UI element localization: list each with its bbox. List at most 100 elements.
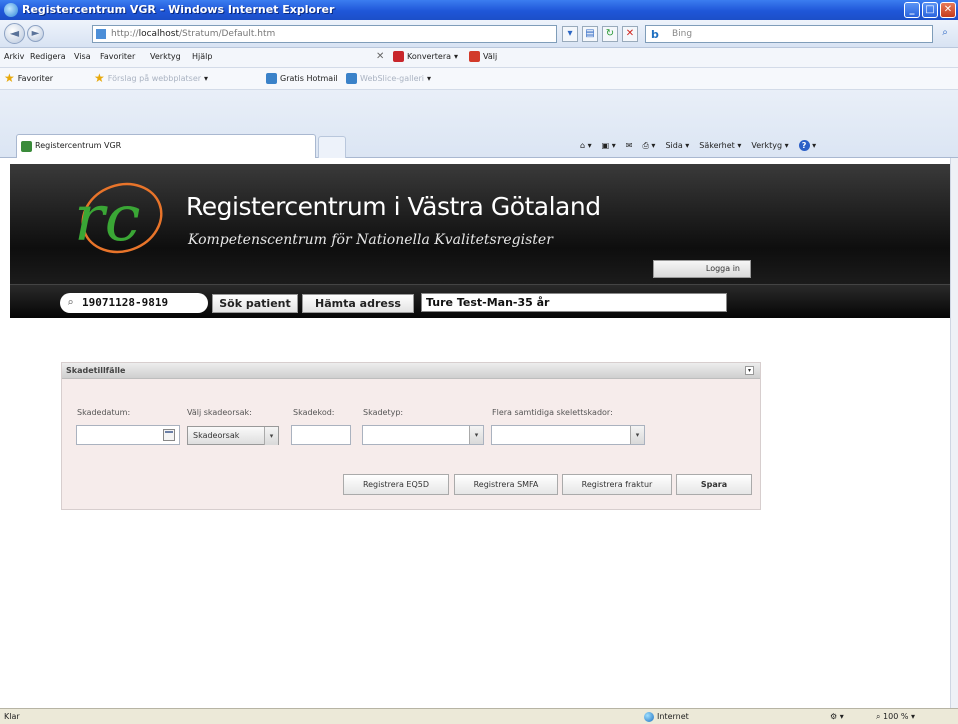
bing-icon: b xyxy=(651,28,659,41)
help-icon: ? xyxy=(798,140,810,151)
command-tools[interactable]: Verktyg ▾ xyxy=(751,141,788,150)
page-icon xyxy=(266,73,277,84)
patient-search-bar: ⌕ 19071128-9819 Sök patient Hämta adress… xyxy=(10,284,950,318)
chevron-down-icon: ▾ xyxy=(264,427,278,445)
page-icon xyxy=(346,73,357,84)
window-title: Registercentrum VGR - Windows Internet E… xyxy=(22,3,335,16)
minimize-icon[interactable]: _ xyxy=(904,2,920,18)
select-icon xyxy=(469,51,481,62)
address-host: localhost xyxy=(138,29,179,39)
favorites-item-suggested[interactable]: ★ Förslag på webbplatser ▾ xyxy=(94,71,208,85)
convert-button[interactable]: Konvertera ▾ Välj xyxy=(393,51,497,62)
mail-icon[interactable]: ✉ xyxy=(626,141,633,150)
chevron-down-icon: ▾ xyxy=(630,426,644,444)
page-icon xyxy=(21,141,32,152)
menu-item-redigera[interactable]: Redigera xyxy=(30,52,66,61)
site-header: rc Registercentrum i Västra Götaland Kom… xyxy=(10,164,950,284)
menu-item-arkiv[interactable]: Arkiv xyxy=(4,52,24,61)
home-icon[interactable]: ⌂ ▾ xyxy=(580,141,592,150)
menu-item-visa[interactable]: Visa xyxy=(74,52,91,61)
help-button[interactable]: ? ▾ xyxy=(798,140,816,151)
stop-icon[interactable]: ✕ xyxy=(622,26,638,42)
rc-logo-icon: rc xyxy=(74,182,163,254)
injury-cause-value: Skadeorsak xyxy=(193,431,240,440)
forward-button[interactable]: ► xyxy=(27,25,44,42)
rc-logo-text: rc xyxy=(74,182,140,254)
menu-item-hjalp[interactable]: Hjälp xyxy=(192,52,212,61)
search-input[interactable]: b Bing xyxy=(645,25,933,43)
injury-panel: Skadetillfälle ▾ Skadedatum: Välj skadeo… xyxy=(61,362,761,510)
site-subtitle: Kompetenscentrum för Nationella Kvalitet… xyxy=(188,232,553,248)
close-icon[interactable]: ✕ xyxy=(940,2,956,18)
search-placeholder: Bing xyxy=(672,29,693,39)
protected-mode-icon[interactable]: ⚙ ▾ xyxy=(830,709,844,724)
feeds-icon[interactable]: ▣ ▾ xyxy=(602,141,616,150)
multiple-fractures-select[interactable]: ▾ xyxy=(491,425,645,445)
print-icon[interactable]: ⎙ ▾ xyxy=(642,141,655,151)
tab-label: Registercentrum VGR xyxy=(35,141,122,150)
panel-title: Skadetillfälle xyxy=(66,366,126,375)
dropdown-icon[interactable]: ▾ xyxy=(562,26,578,42)
menu-item-verktyg[interactable]: Verktyg xyxy=(150,52,181,61)
globe-icon xyxy=(644,711,654,722)
security-zone[interactable]: Internet xyxy=(644,709,689,724)
favorites-item-webslice[interactable]: WebSlice-galleri ▾ xyxy=(346,73,431,84)
status-text: Klar xyxy=(4,712,20,721)
injury-date-label: Skadedatum: xyxy=(77,408,131,417)
ie-logo-icon xyxy=(4,3,18,17)
favorites-item-hotmail-label: Gratis Hotmail xyxy=(280,74,338,83)
injury-code-input[interactable] xyxy=(291,425,351,445)
favorites-item-webslice-label: WebSlice-galleri xyxy=(360,74,425,83)
back-button[interactable]: ◄ xyxy=(4,23,25,44)
close-toolbar-icon[interactable]: ✕ xyxy=(376,51,384,62)
address-actions: ▾ ▤ ↻ ✕ xyxy=(562,26,638,42)
navigation-bar: ◄ ► http://localhost/Stratum/Default.htm… xyxy=(0,20,958,48)
injury-cause-label: Välj skadeorsak: xyxy=(187,408,252,417)
zoom-control[interactable]: ⌕ 100 % ▾ xyxy=(876,709,915,724)
fetch-address-button[interactable]: Hämta adress xyxy=(302,294,414,313)
register-smfa-button[interactable]: Registrera SMFA xyxy=(454,474,558,495)
search-patient-button[interactable]: Sök patient xyxy=(212,294,298,313)
tab-bar: Registercentrum VGR ⌂ ▾ ▣ ▾ ✉ ⎙ ▾ Sida ▾… xyxy=(0,90,958,158)
address-bar[interactable]: http://localhost/Stratum/Default.htm xyxy=(92,25,557,43)
multiple-fractures-label: Flera samtidiga skelettskador: xyxy=(492,408,613,417)
calendar-icon[interactable] xyxy=(163,429,175,441)
injury-cause-select[interactable]: Skadeorsak ▾ xyxy=(187,426,279,445)
window-titlebar: Registercentrum VGR - Windows Internet E… xyxy=(0,0,958,20)
favorites-item-hotmail[interactable]: Gratis Hotmail xyxy=(266,73,338,84)
personnummer-input[interactable]: ⌕ 19071128-9819 xyxy=(60,293,208,313)
add-favorite-icon: ★ xyxy=(94,71,105,85)
command-bar: ⌂ ▾ ▣ ▾ ✉ ⎙ ▾ Sida ▾ Säkerhet ▾ Verktyg … xyxy=(580,140,816,151)
address-path: /Stratum/Default.htm xyxy=(178,29,276,39)
star-icon: ★ xyxy=(4,71,15,85)
site-title: Registercentrum i Västra Götaland xyxy=(186,192,601,221)
command-page[interactable]: Sida ▾ xyxy=(665,141,689,150)
collapse-icon[interactable]: ▾ xyxy=(745,366,754,375)
favorites-label: Favoriter xyxy=(17,73,54,83)
injury-type-label: Skadetyp: xyxy=(363,408,404,417)
command-safety[interactable]: Säkerhet ▾ xyxy=(699,141,741,150)
page-icon xyxy=(96,29,106,39)
maximize-icon[interactable]: □ xyxy=(922,2,938,18)
refresh-icon[interactable]: ↻ xyxy=(602,26,618,42)
convert-label: Konvertera xyxy=(407,52,452,61)
login-button[interactable]: Logga in xyxy=(653,260,751,278)
convert-icon xyxy=(393,51,404,62)
vertical-scrollbar[interactable] xyxy=(950,158,958,708)
window-controls: _ □ ✕ xyxy=(904,2,956,18)
search-icon[interactable]: ⌕ xyxy=(935,25,955,43)
injury-type-select[interactable]: ▾ xyxy=(362,425,484,445)
register-eq5d-button[interactable]: Registrera EQ5D xyxy=(343,474,449,495)
compat-view-icon[interactable]: ▤ xyxy=(582,26,598,42)
save-button[interactable]: Spara xyxy=(676,474,752,495)
favorites-button[interactable]: ★ Favoriter xyxy=(4,71,54,85)
tab-registercentrum[interactable]: Registercentrum VGR xyxy=(16,134,316,158)
patient-display-field: Ture Test-Man-35 år xyxy=(421,293,727,312)
panel-header: Skadetillfälle ▾ xyxy=(62,363,760,379)
favorites-bar: ★ Favoriter ★ Förslag på webbplatser ▾ G… xyxy=(0,68,958,90)
injury-date-input[interactable] xyxy=(76,425,180,445)
new-tab-button[interactable] xyxy=(318,136,346,158)
menu-item-favoriter[interactable]: Favoriter xyxy=(100,52,135,61)
status-bar: Klar Internet ⚙ ▾ ⌕ 100 % ▾ xyxy=(0,708,958,724)
register-fracture-button[interactable]: Registrera fraktur xyxy=(562,474,672,495)
